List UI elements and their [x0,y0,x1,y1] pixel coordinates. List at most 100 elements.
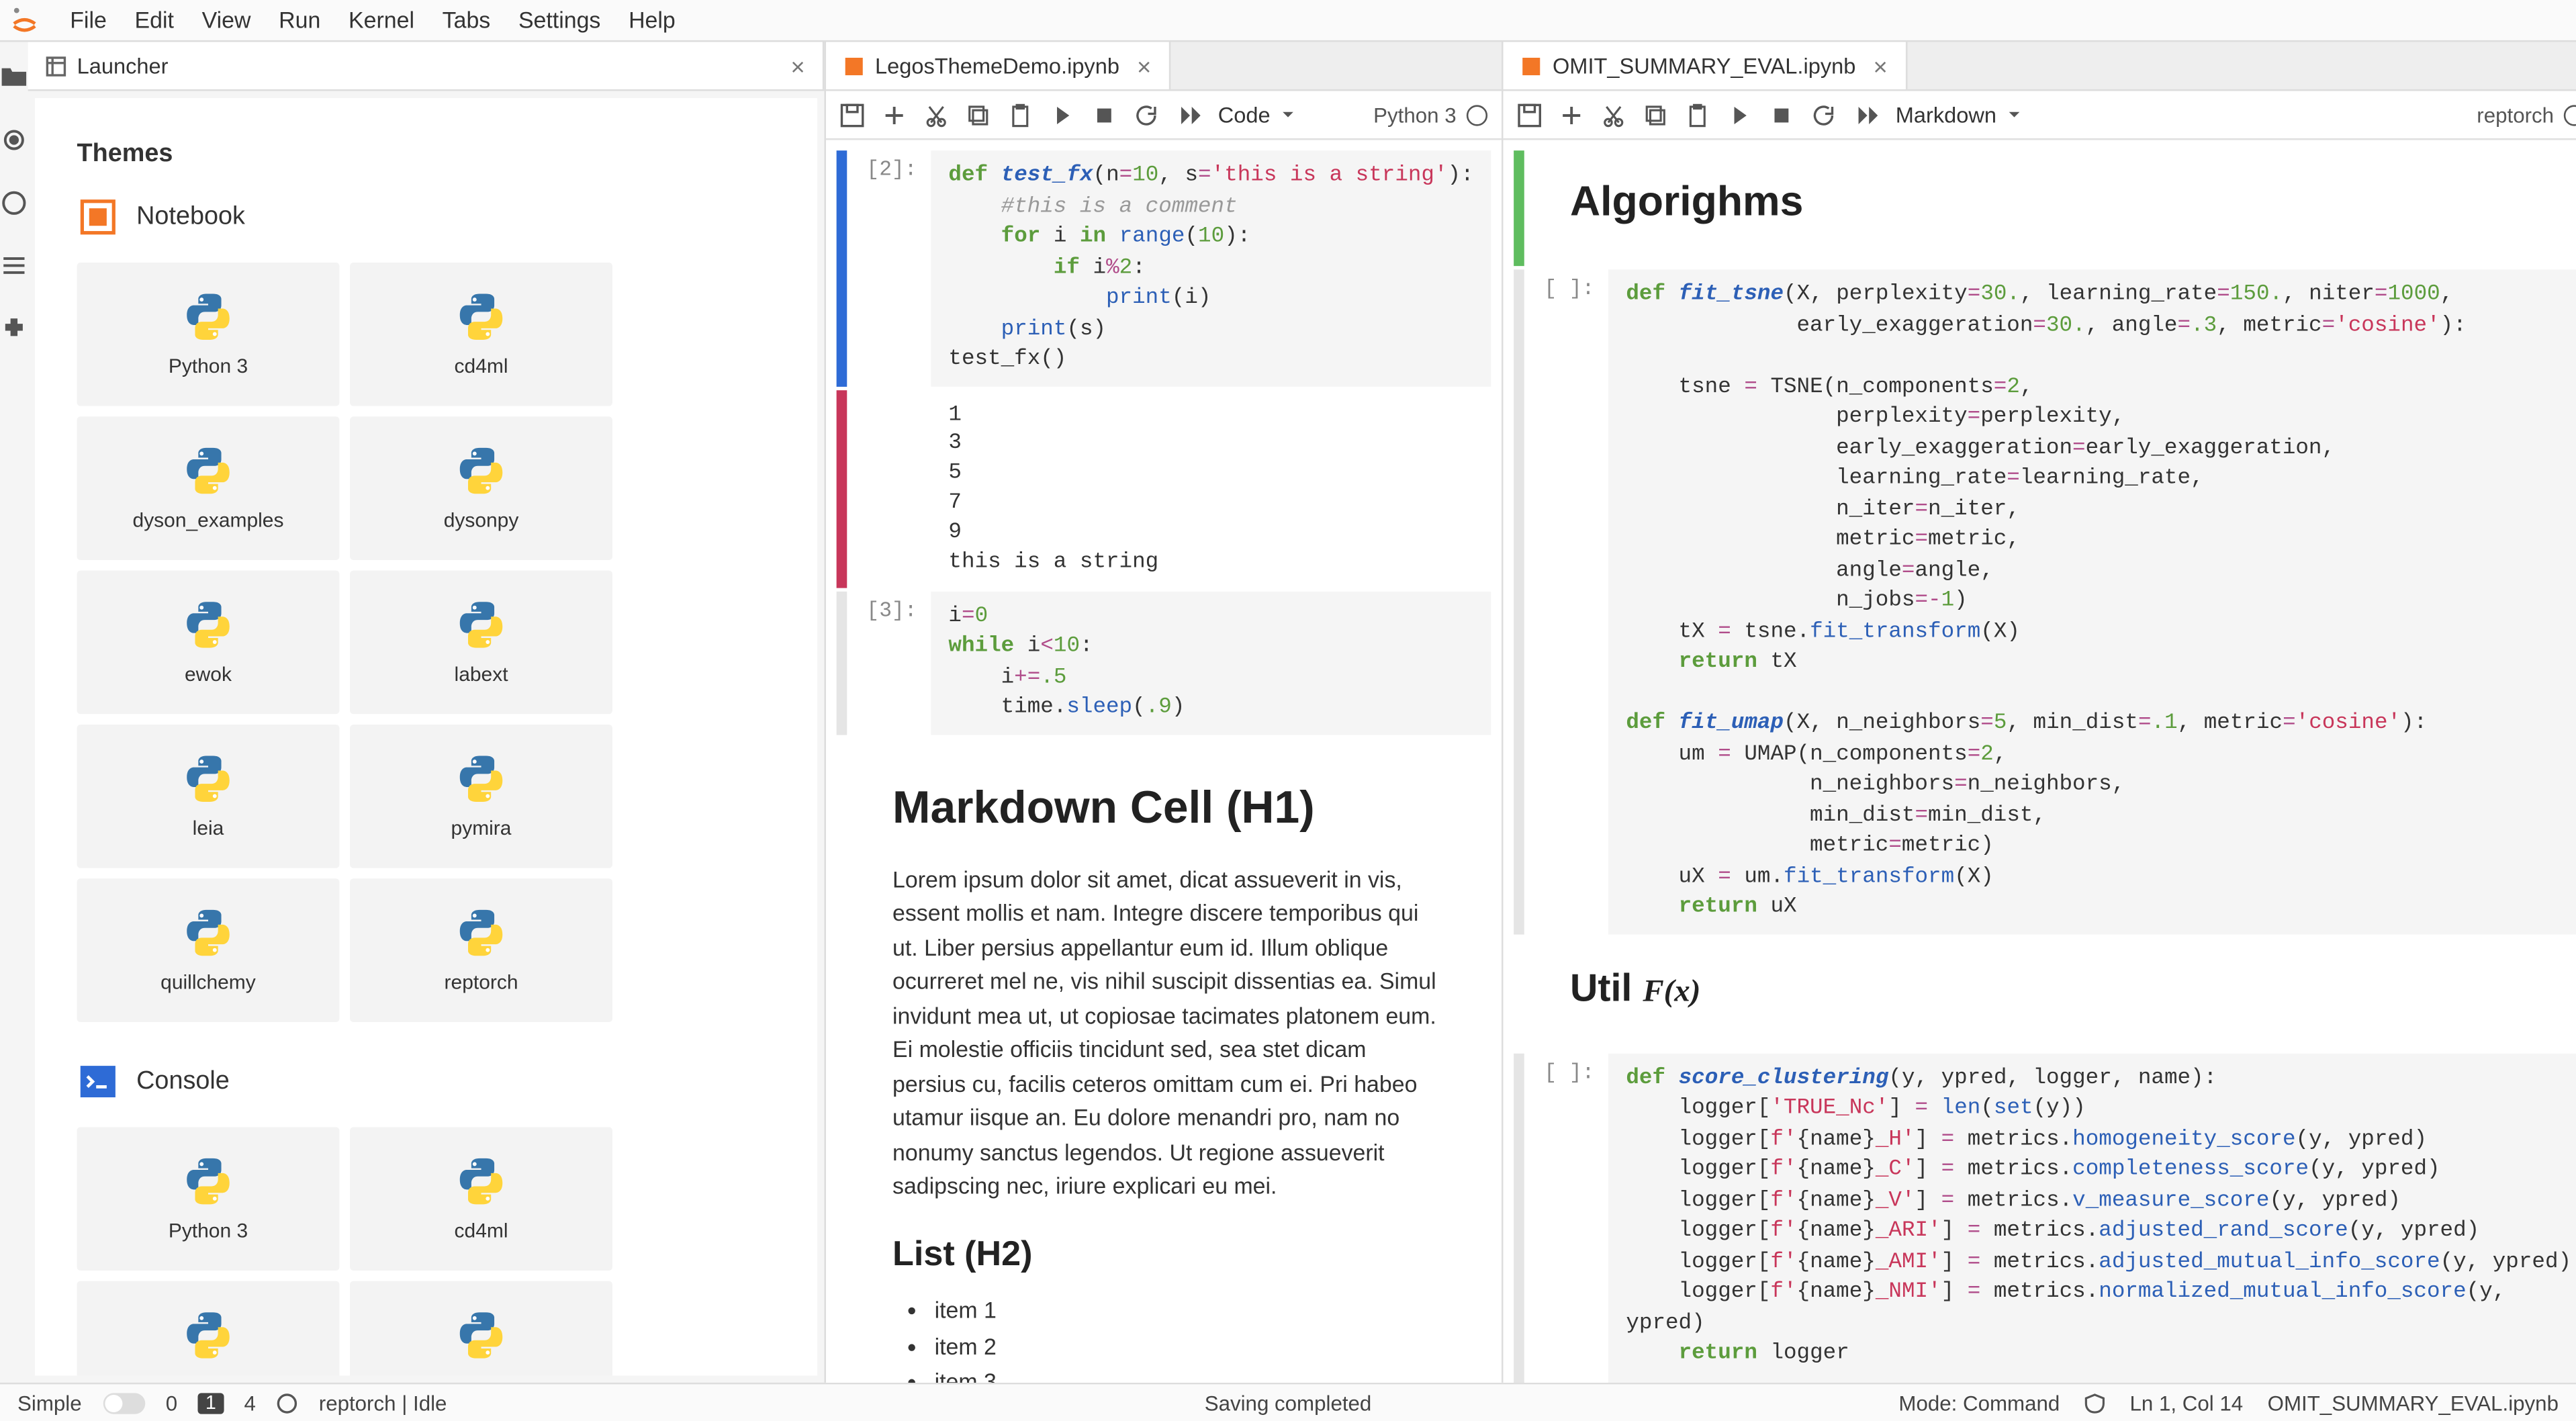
menu-run[interactable]: Run [265,3,334,37]
status-icon[interactable] [277,1392,297,1413]
kernel-label: Python 3 [169,1222,248,1242]
menu-view[interactable]: View [188,3,265,37]
restart-icon[interactable] [1134,102,1158,126]
kernel-card[interactable]: pymira [350,725,612,868]
kernel-card[interactable]: dysonpy [350,416,612,560]
cut-icon[interactable] [924,102,948,126]
menu-tabs[interactable]: Tabs [428,3,504,37]
current-file: OMIT_SUMMARY_EVAL.ipynb [2268,1390,2559,1414]
kernel-status[interactable]: reptorch | Idle [319,1390,447,1414]
cell-gutter [1514,937,1525,1050]
extension-icon[interactable] [0,315,28,343]
menu-help[interactable]: Help [614,3,689,37]
kernel-card[interactable]: dyson_examples [77,416,340,560]
kernel-card[interactable]: reptorch [350,878,612,1022]
kernel-label: reptorch [445,973,518,994]
python-logo-icon [455,753,508,805]
kernel-card[interactable]: Python 3 [77,263,340,406]
kernel-card[interactable]: leia [77,725,340,868]
tab-label: LegosThemeDemo.ipynb [875,53,1119,77]
kernel-status-icon[interactable] [1467,104,1487,125]
kernel-name[interactable]: Python 3 [1373,102,1456,126]
status-bar: Simple 0 1 4 reptorch | Idle Saving comp… [0,1383,2576,1421]
restart-run-icon[interactable] [1176,102,1200,126]
cell-gutter [837,389,847,588]
markdown-cell[interactable]: Algorighms [1514,150,2576,266]
kernel-card[interactable]: cd4ml [350,1127,612,1271]
paste-icon[interactable] [1686,102,1710,126]
menu-settings[interactable]: Settings [504,3,614,37]
list-item: item 2 [935,1329,1446,1365]
folder-icon[interactable] [0,63,28,91]
code-cell[interactable]: [ ]: def score_clustering(y, ypred, logg… [1514,1053,2576,1383]
save-icon[interactable] [840,102,864,126]
copy-icon[interactable] [1643,102,1667,126]
code-input[interactable]: def test_fx(n=10, s='this is a string'):… [931,150,1491,386]
code-input[interactable]: def score_clustering(y, ypred, logger, n… [1608,1053,2576,1383]
run-icon[interactable] [1728,102,1752,126]
close-icon[interactable]: × [790,52,804,80]
cell-type-dropdown[interactable]: Markdown [1896,102,2021,126]
copy-icon[interactable] [966,102,991,126]
cut-icon[interactable] [1602,102,1626,126]
add-cell-icon[interactable] [1559,102,1583,126]
kernel-label: labext [455,665,508,686]
code-cell[interactable]: [2]: def test_fx(n=10, s='this is a stri… [837,150,1491,386]
markdown-cell[interactable]: Markdown Cell (H1) Lorem ipsum dolor sit… [837,738,1491,1383]
commands-icon[interactable] [0,189,28,217]
notebook-tab[interactable]: LegosThemeDemo.ipynb × [826,42,1170,89]
code-input[interactable]: def fit_tsne(X, perplexity=30., learning… [1608,269,2576,933]
status-badge[interactable]: 1 [198,1392,223,1413]
python-logo-icon [182,753,234,805]
menu-edit[interactable]: Edit [121,3,188,37]
close-icon[interactable]: × [1873,52,1887,80]
md-list: item 1 item 2 item 3 [935,1293,1446,1383]
kernel-card[interactable]: quillchemy [77,878,340,1022]
python-logo-icon [455,907,508,959]
cell-type-dropdown[interactable]: Code [1218,102,1295,126]
kernel-card[interactable]: dysonpy [350,1281,612,1376]
code-input[interactable]: i=0 while i<10: i+=.5 time.sleep(.9) [931,591,1491,735]
md-h2: Util F(x) [1570,965,2543,1011]
close-icon[interactable]: × [1137,52,1151,80]
launcher-tab-icon [46,55,66,76]
kernel-status-icon[interactable] [2565,104,2576,125]
menu-bar: File Edit View Run Kernel Tabs Settings … [0,0,2576,42]
notebook-tab[interactable]: OMIT_SUMMARY_EVAL.ipynb × [1504,42,1906,89]
kernel-card[interactable]: dyson_examples [77,1281,340,1376]
menu-file[interactable]: File [56,3,120,37]
status-count: 4 [244,1390,256,1414]
menu-kernel[interactable]: Kernel [334,3,428,37]
running-icon[interactable] [0,126,28,154]
notebook-toolbar: Markdown reptorch [1504,91,2576,140]
stop-icon[interactable] [1092,102,1116,126]
md-h1: Markdown Cell (H1) [892,780,1446,835]
stop-icon[interactable] [1769,102,1794,126]
notebook-trusted-icon[interactable] [2084,1392,2105,1413]
launcher-tab[interactable]: Launcher × [28,42,825,89]
kernel-name[interactable]: reptorch [2477,102,2554,126]
kernel-card[interactable]: ewok [77,571,340,715]
status-count: 0 [166,1390,177,1414]
kernel-card[interactable]: labext [350,571,612,715]
run-icon[interactable] [1050,102,1074,126]
launcher-tab-bar: Launcher × [28,42,825,91]
cell-gutter [837,738,847,1383]
cell-prompt: [2]: [847,150,931,386]
kernel-card[interactable]: Python 3 [77,1127,340,1271]
toc-icon[interactable] [0,252,28,280]
code-cell[interactable]: [ ]: def fit_tsne(X, perplexity=30., lea… [1514,269,2576,933]
paste-icon[interactable] [1008,102,1032,126]
save-icon[interactable] [1518,102,1542,126]
add-cell-icon[interactable] [882,102,906,126]
code-cell[interactable]: [3]: i=0 while i<10: i+=.5 time.sleep(.9… [837,591,1491,735]
kernel-card[interactable]: cd4ml [350,263,612,406]
restart-run-icon[interactable] [1853,102,1878,126]
md-h1: Algorighms [1570,179,2543,228]
kernel-label: cd4ml [455,357,508,378]
simple-mode-toggle[interactable] [103,1392,145,1413]
markdown-cell[interactable]: Util F(x) [1514,937,2576,1050]
kernel-label: Python 3 [169,357,248,378]
python-logo-icon [455,291,508,343]
restart-icon[interactable] [1812,102,1836,126]
